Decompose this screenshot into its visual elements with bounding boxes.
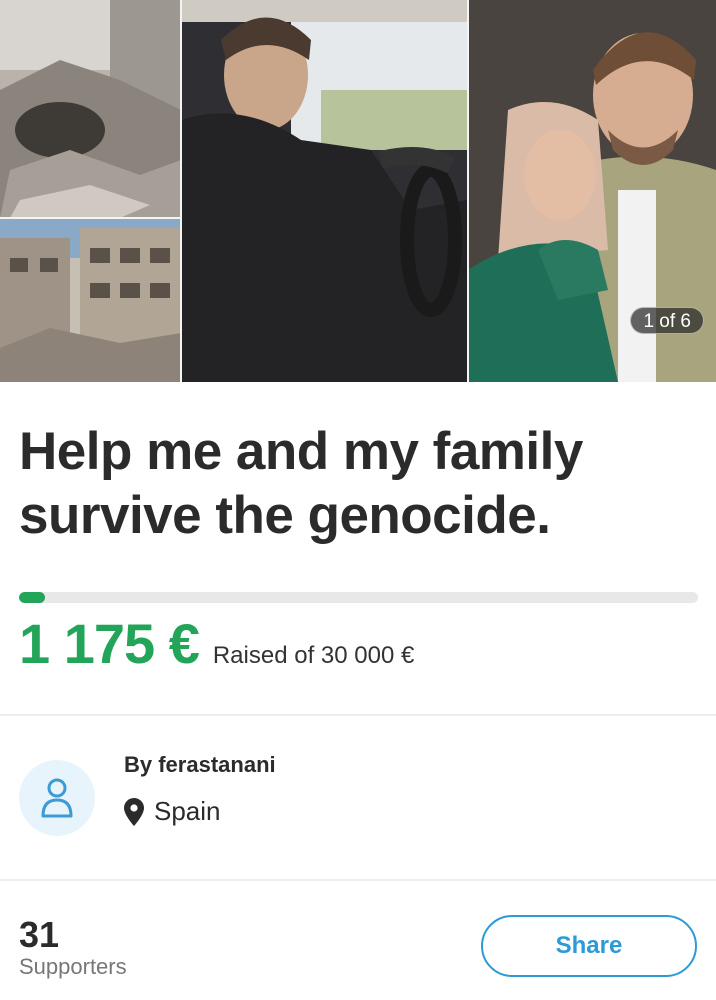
- user-icon: [41, 778, 73, 818]
- photo-man-driving[interactable]: [181, 0, 468, 382]
- campaign-title-line1: Help me and my family: [19, 422, 583, 481]
- campaign-title-line2: survive the genocide.: [19, 486, 551, 545]
- section-divider: [0, 879, 716, 881]
- photo-counter: 1 of 6: [630, 307, 704, 334]
- organizer-avatar[interactable]: [19, 760, 95, 836]
- organizer-location: Spain: [124, 796, 221, 827]
- location-pin-icon: [124, 797, 144, 826]
- raised-summary: 1 175 € Raised of 30 000 €: [19, 611, 414, 676]
- photo-gallery[interactable]: 1 of 6: [0, 0, 716, 382]
- progress-fill: [19, 592, 46, 603]
- gallery-divider: [467, 0, 469, 382]
- fundraising-progress-bar: [19, 592, 698, 603]
- location-label: Spain: [154, 796, 221, 826]
- gallery-divider: [180, 0, 182, 382]
- share-button[interactable]: Share: [481, 915, 697, 977]
- raised-amount: 1 175 €: [19, 612, 200, 675]
- photo-bombed-block[interactable]: [0, 218, 181, 382]
- organizer-name[interactable]: By ferastanani: [124, 752, 276, 778]
- section-divider: [0, 714, 716, 716]
- supporters-count[interactable]: 31: [19, 914, 59, 956]
- campaign-title: Help me and my family survive the genoci…: [19, 420, 699, 548]
- supporters-label[interactable]: Supporters: [19, 954, 127, 980]
- gallery-divider: [0, 217, 181, 219]
- photo-destroyed-building[interactable]: [0, 0, 181, 218]
- raised-goal: Raised of 30 000 €: [212, 642, 415, 669]
